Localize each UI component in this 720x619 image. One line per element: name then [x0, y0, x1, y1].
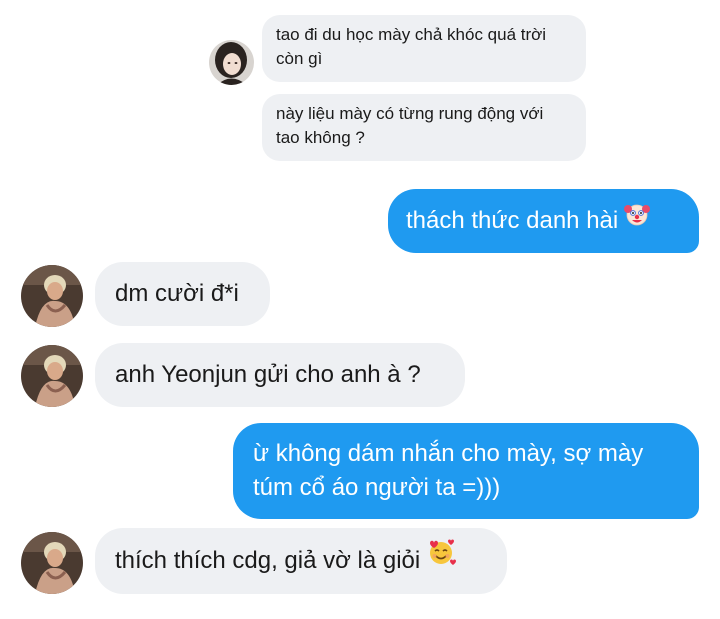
contact-avatar-quoted[interactable]	[209, 40, 254, 85]
received-message-3[interactable]: thích thích cdg, giả vờ là giỏi	[95, 528, 507, 594]
quoted-message-1[interactable]: tao đi du học mày chả khóc quá trời còn …	[262, 15, 586, 82]
received-message-3-text: thích thích cdg, giả vờ là giỏi	[115, 547, 421, 574]
sent-message-1[interactable]: thách thức danh hài	[388, 189, 699, 253]
contact-avatar-2[interactable]	[21, 345, 83, 407]
sent-message-2[interactable]: ừ không dám nhắn cho mày, sợ mày túm cổ …	[233, 423, 699, 519]
received-message-1[interactable]: dm cười đ*i	[95, 262, 270, 326]
received-message-2[interactable]: anh Yeonjun gửi cho anh à ?	[95, 343, 465, 407]
quoted-message-2[interactable]: này liệu mày có từng rung động với tao k…	[262, 94, 586, 161]
sent-message-1-text: thách thức danh hài	[406, 207, 619, 234]
smiling-face-with-hearts-icon	[426, 527, 457, 593]
avatar-photo-icon	[21, 265, 83, 327]
clown-face-icon	[624, 188, 651, 252]
avatar-photo-icon	[21, 532, 83, 594]
contact-avatar-1[interactable]	[21, 265, 83, 327]
avatar-photo-icon	[21, 345, 83, 407]
contact-avatar-3[interactable]	[21, 532, 83, 594]
avatar-photo-icon	[209, 40, 254, 85]
chat-thread: tao đi du học mày chả khóc quá trời còn …	[0, 0, 720, 619]
